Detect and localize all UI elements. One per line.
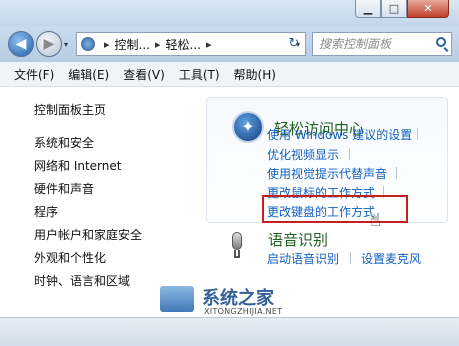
sidebar-item-user-accounts[interactable]: 用户帐户和家庭安全 xyxy=(34,226,142,243)
address-bar[interactable]: ▸ 控制... ▸ 轻松... ▸ ▾ xyxy=(76,32,306,56)
recent-pages-chevron-icon[interactable]: ▾ xyxy=(64,40,68,49)
menu-view[interactable]: 查看(V) xyxy=(123,66,165,83)
refresh-button[interactable]: ↻ xyxy=(282,32,306,56)
link-visual-cues[interactable]: 使用视觉提示代替声音 xyxy=(267,165,387,182)
breadcrumb-control-panel[interactable]: 控制... xyxy=(115,36,150,53)
status-bar xyxy=(0,317,459,346)
forward-button[interactable]: ▶ xyxy=(36,31,62,57)
menu-help[interactable]: 帮助(H) xyxy=(234,66,276,83)
hand-cursor-icon: ☝ xyxy=(370,210,381,231)
sidebar-home-link[interactable]: 控制面板主页 xyxy=(34,101,106,118)
watermark: 系统之家 XITONGZHIJIA.NET xyxy=(160,282,320,318)
breadcrumb-separator[interactable]: ▸ xyxy=(155,38,161,51)
link-separator xyxy=(417,128,418,140)
back-button[interactable]: ◀ xyxy=(8,31,34,57)
link-start-speech-recognition[interactable]: 启动语音识别 xyxy=(267,250,339,267)
breadcrumb-separator[interactable]: ▸ xyxy=(104,38,110,51)
watermark-subtext: XITONGZHIJIA.NET xyxy=(204,307,283,316)
link-separator xyxy=(349,148,350,160)
menu-tools[interactable]: 工具(T) xyxy=(179,66,220,83)
menu-edit[interactable]: 编辑(E) xyxy=(68,66,109,83)
microphone-icon xyxy=(232,232,242,250)
breadcrumb-separator[interactable]: ▸ xyxy=(206,38,212,51)
highlight-box xyxy=(262,195,408,223)
sidebar-item-system-security[interactable]: 系统和安全 xyxy=(34,134,94,151)
menu-bar: 文件(F) 编辑(E) 查看(V) 工具(T) 帮助(H) xyxy=(0,62,459,87)
link-separator xyxy=(396,167,397,179)
link-optimize-video-display[interactable]: 优化视频显示 xyxy=(267,146,339,163)
microphone-stand xyxy=(234,250,240,258)
watermark-logo-icon xyxy=(160,286,194,312)
sidebar-item-clock-language[interactable]: 时钟、语言和区域 xyxy=(34,272,130,289)
breadcrumb-ease-of-access[interactable]: 轻松... xyxy=(166,36,201,53)
ease-of-access-icon: ✦ xyxy=(232,111,264,143)
sidebar-item-programs[interactable]: 程序 xyxy=(34,203,58,220)
sidebar-item-hardware-sound[interactable]: 硬件和声音 xyxy=(34,180,94,197)
link-windows-recommended-settings[interactable]: 使用 Windows 建议的设置 xyxy=(267,126,412,143)
search-input[interactable]: 搜索控制面板 xyxy=(312,32,452,56)
control-panel-icon xyxy=(81,37,95,51)
title-bar: ▁ □ ✕ xyxy=(0,0,459,26)
link-setup-microphone[interactable]: 设置麦克风 xyxy=(361,250,421,267)
maximize-button[interactable]: □ xyxy=(381,0,407,18)
menu-file[interactable]: 文件(F) xyxy=(14,66,54,83)
speech-recognition-title[interactable]: 语音识别 xyxy=(268,229,328,250)
sidebar-item-appearance[interactable]: 外观和个性化 xyxy=(34,249,106,266)
navigation-bar: ◀ ▶ ▾ ▸ 控制... ▸ 轻松... ▸ ▾ ↻ 搜索控制面板 xyxy=(0,26,459,62)
search-placeholder: 搜索控制面板 xyxy=(319,37,392,51)
search-icon[interactable] xyxy=(436,37,446,47)
window-controls: ▁ □ ✕ xyxy=(355,0,449,18)
minimize-button[interactable]: ▁ xyxy=(355,0,381,18)
close-button[interactable]: ✕ xyxy=(407,0,449,18)
sidebar-item-network[interactable]: 网络和 Internet xyxy=(34,157,121,174)
link-separator xyxy=(350,252,351,264)
